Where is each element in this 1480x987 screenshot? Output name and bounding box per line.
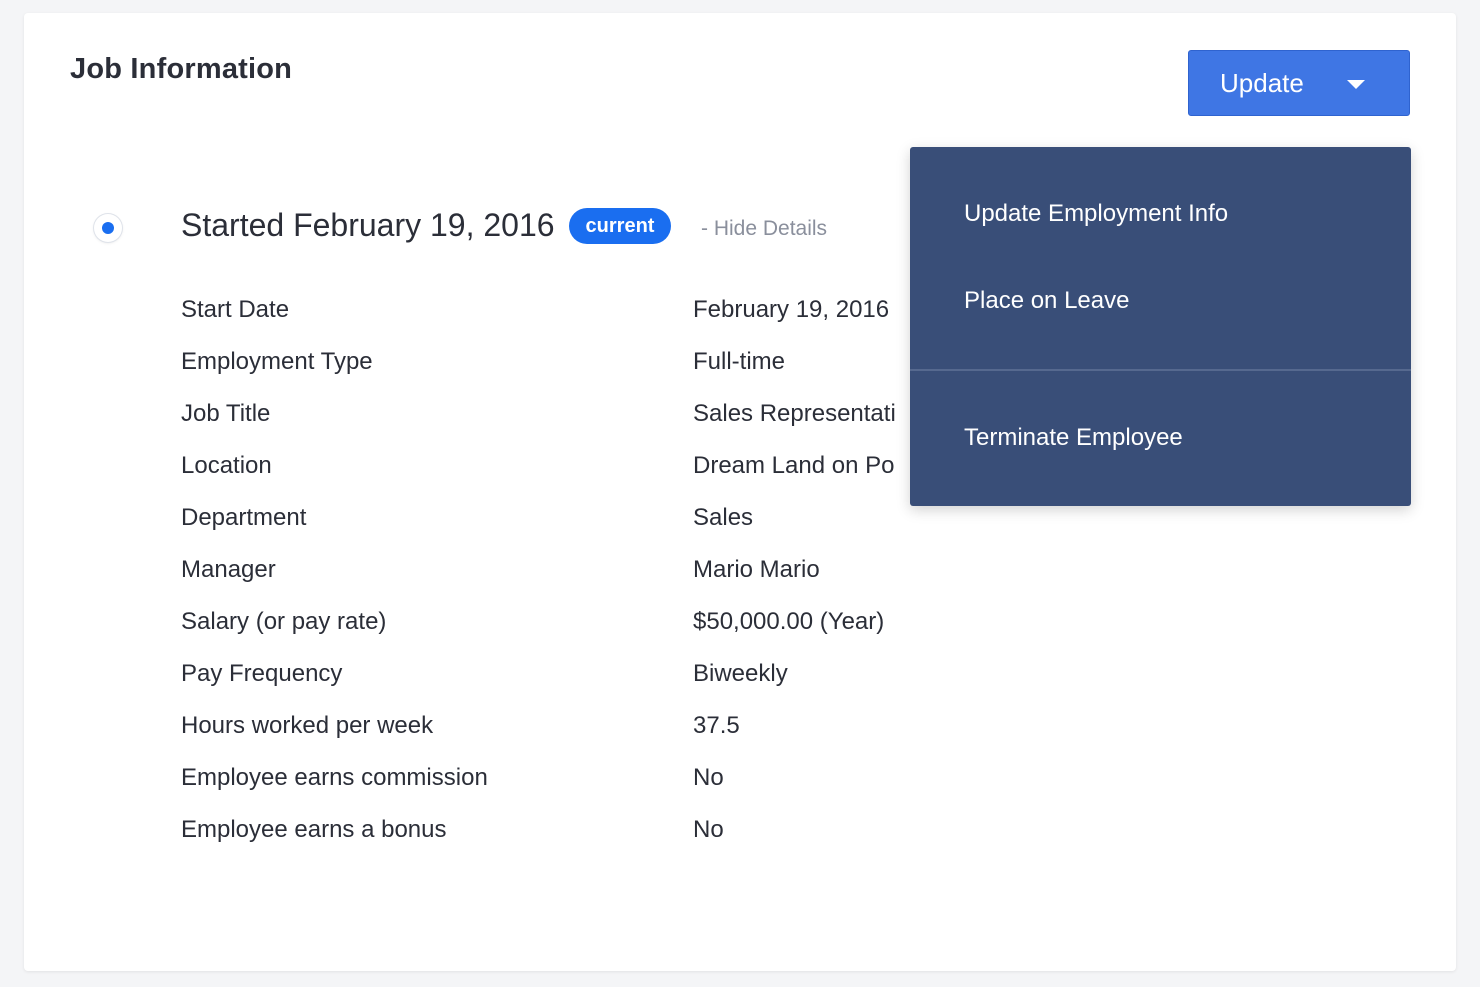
detail-label: Location [181,452,272,479]
detail-row-hours-per-week: Hours worked per week 37.5 [181,712,1081,764]
detail-value: February 19, 2016 [693,296,890,323]
detail-value: Sales [693,504,754,531]
radio-selected-dot [102,222,114,234]
detail-row-pay-frequency: Pay Frequency Biweekly [181,660,1081,712]
detail-value: Full-time [693,348,786,375]
detail-label: Employee earns commission [181,764,488,791]
detail-value: No [693,816,724,843]
menu-item-place-on-leave[interactable]: Place on Leave [964,287,1129,315]
job-entry-title: Started February 19, 2016 [181,207,555,243]
current-badge: current [569,208,671,244]
caret-down-icon [1347,80,1365,89]
detail-value: Mario Mario [693,556,820,583]
menu-item-update-employment-info[interactable]: Update Employment Info [964,200,1228,228]
detail-row-salary: Salary (or pay rate) $50,000.00 (Year) [181,608,1081,660]
detail-value: Sales Representati [693,400,896,427]
detail-label: Pay Frequency [181,660,343,687]
detail-label: Employee earns a bonus [181,816,447,843]
detail-label: Job Title [181,400,271,427]
update-dropdown-button[interactable]: Update [1188,50,1410,116]
update-button-label: Update [1220,67,1304,98]
detail-label: Employment Type [181,348,373,375]
detail-label: Salary (or pay rate) [181,608,387,635]
detail-value: No [693,764,724,791]
detail-row-department: Department Sales [181,504,1081,556]
detail-label: Department [181,504,307,531]
detail-label: Start Date [181,296,290,323]
menu-item-terminate-employee[interactable]: Terminate Employee [964,424,1183,452]
detail-value: Biweekly [693,660,788,687]
update-dropdown-menu: Update Employment Info Place on Leave Te… [910,147,1411,506]
detail-value: 37.5 [693,712,740,739]
detail-row-commission: Employee earns commission No [181,764,1081,816]
detail-value: Dream Land on Po [693,452,895,479]
detail-label: Hours worked per week [181,712,434,739]
section-title: Job Information [70,53,293,85]
detail-value: $50,000.00 (Year) [693,608,885,635]
timeline-radio[interactable] [94,214,122,242]
detail-row-manager: Manager Mario Mario [181,556,1081,608]
menu-divider [910,369,1411,371]
detail-row-bonus: Employee earns a bonus No [181,816,1081,868]
hide-details-link[interactable]: - Hide Details [701,217,827,241]
detail-label: Manager [181,556,276,583]
job-information-card: Job Information Update Started February … [24,13,1456,971]
